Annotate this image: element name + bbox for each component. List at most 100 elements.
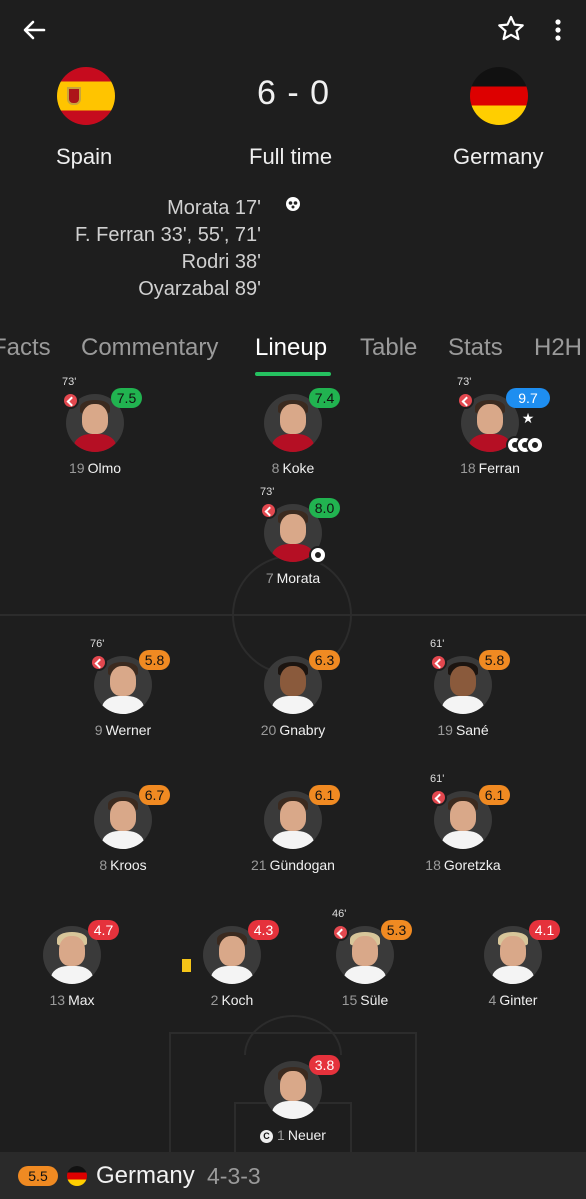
player-card[interactable]: 76' 5.8 9 Werner [63,638,183,750]
home-team-name[interactable]: Spain [56,144,112,170]
tab-facts[interactable]: Facts [0,334,51,362]
substitution-icon [430,654,447,671]
formation: 4-3-3 [207,1163,261,1189]
spain-crest-icon [67,87,81,105]
player-name: Morata [276,570,321,586]
sub-time: 73' [457,376,472,388]
player-name-row: 18 Goretzka [403,857,523,873]
active-tab-indicator [255,372,331,376]
player-name: Ferran [478,460,520,476]
player-card[interactable]: 73' 7.5 19 Olmo [35,376,155,488]
player-name-row: 19 Olmo [35,460,155,476]
player-rating: 3.8 [309,1055,340,1075]
tab-stats[interactable]: Stats [448,334,503,362]
tab-h2h[interactable]: H2H [534,334,582,362]
player-rating-value: 9.7 [518,390,538,406]
player-number: 8 [271,460,280,476]
scorer-item: Oyarzabal 89' [138,278,261,300]
star-icon: ★ [521,410,535,426]
player-number: 9 [94,722,103,738]
player-rating: 5.3 [381,920,412,940]
player-name: Süle [360,992,389,1008]
player-name-row: 9 Werner [63,722,183,738]
goal-icon [526,436,544,454]
player-number: 7 [265,570,274,586]
player-card[interactable]: 3.8 C 1 Neuer [233,1055,353,1155]
player-rating: 6.1 [309,785,340,805]
substitution-icon [260,502,277,519]
lineup-team-name: Germany [96,1162,195,1189]
germany-flag-icon [67,1166,87,1186]
player-rating: 6.1 [479,785,510,805]
player-number: 1 [277,1127,285,1143]
player-rating: 5.8 [139,650,170,670]
player-name-row: 15 Süle [305,992,425,1008]
player-rating: 5.8 [479,650,510,670]
player-name-row: 7 Morata [233,570,353,586]
player-name: Goretzka [443,857,501,873]
player-rating: 9.7 ★ [506,388,550,426]
sub-time: 61' [430,638,445,650]
substitution-icon [332,924,349,941]
top-bar [0,0,586,60]
player-number: 18 [425,857,441,873]
player-name: Neuer [287,1127,326,1143]
team-lineup-bar[interactable]: 5.5 Germany 4-3-3 [0,1152,586,1199]
football-icon [286,197,300,211]
player-name-row: 4 Ginter [453,992,573,1008]
player-card[interactable]: 4.7 13 Max [12,920,132,1020]
player-name: Sané [455,722,489,738]
tab-lineup[interactable]: Lineup [255,334,327,362]
sub-time: 73' [62,376,77,388]
more-vertical-icon[interactable] [546,14,570,46]
player-card[interactable]: 7.4 8 Koke [233,388,353,488]
player-name: Max [68,992,95,1008]
yellow-card-icon [180,957,193,974]
scorer-item: Rodri 38' [181,251,261,273]
tab-commentary[interactable]: Commentary [81,334,218,362]
player-card[interactable]: 46' 5.3 15 Süle [305,908,425,1020]
player-rating: 4.3 [248,920,279,940]
player-number: 2 [210,992,219,1008]
tab-table[interactable]: Table [360,334,417,362]
player-name-row: 8 Kroos [63,857,183,873]
player-card[interactable]: 61' 5.8 19 Sané [403,638,523,750]
substitution-icon [90,654,107,671]
player-number: 18 [460,460,476,476]
player-name: Ginter [499,992,538,1008]
sub-time: 46' [332,908,347,920]
player-name-row: 2 Koch [172,992,292,1008]
star-outline-icon[interactable] [496,14,526,44]
player-name: Gnabry [279,722,326,738]
away-team-name[interactable]: Germany [453,144,543,170]
player-name-row: 13 Max [12,992,132,1008]
player-card[interactable]: 6.3 20 Gnabry [233,650,353,750]
player-number: 19 [68,460,85,476]
captain-icon: C [260,1130,274,1143]
player-card[interactable]: 4.1 4 Ginter [453,920,573,1020]
substitution-icon [430,789,447,806]
germany-flag[interactable] [470,67,528,125]
player-name-row: 18 Ferran [430,460,550,476]
player-card[interactable]: 73' 8.0 7 Morata [233,486,353,598]
scorer-item: Morata 17' [167,197,261,219]
player-rating: 8.0 [309,498,340,518]
substitution-icon [62,392,79,409]
player-name-row: 21 Gündogan [233,857,353,873]
player-card[interactable]: 61' 6.1 18 Goretzka [403,773,523,885]
player-card[interactable]: 4.3 2 Koch [172,920,292,1020]
player-number: 20 [260,722,277,738]
player-card[interactable]: 6.1 21 Gündogan [233,785,353,885]
player-card[interactable]: 73' 9.7 ★ 18 Ferran [430,376,550,488]
player-name: Gündogan [269,857,335,873]
spain-flag[interactable] [57,67,115,125]
arrow-left-icon[interactable] [18,14,50,46]
player-rating: 6.3 [309,650,340,670]
player-name-row: 20 Gnabry [233,722,353,738]
tab-bar: Facts Commentary Lineup Table Stats H2H [0,330,586,376]
player-name: Koch [221,992,254,1008]
player-number: 19 [437,722,453,738]
goal-icon [309,546,327,564]
player-card[interactable]: 6.7 8 Kroos [63,785,183,885]
player-rating: 7.5 [111,388,142,408]
